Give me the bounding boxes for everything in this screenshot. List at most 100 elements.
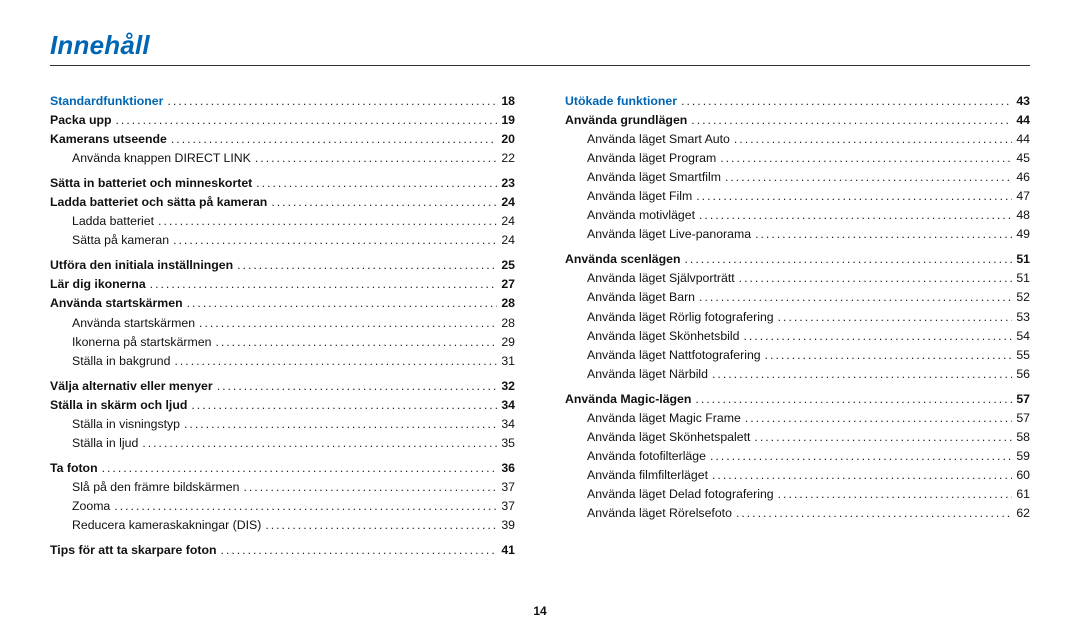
toc-entry[interactable]: Använda läget Program 45	[565, 149, 1030, 168]
toc-label: Ställa in visningstyp	[72, 415, 180, 434]
toc-entry[interactable]: Reducera kameraskakningar (DIS) 39	[50, 516, 515, 535]
toc-entry[interactable]: Använda fotofilterläge 59	[565, 447, 1030, 466]
toc-page: 58	[1016, 428, 1030, 447]
toc-entry[interactable]: Sätta på kameran 24	[50, 231, 515, 250]
toc-page: 22	[501, 149, 515, 168]
toc-entry[interactable]: Ladda batteriet 24	[50, 212, 515, 231]
toc-label: Använda knappen DIRECT LINK	[72, 149, 251, 168]
toc-leader	[699, 288, 1012, 307]
toc-page: 49	[1016, 225, 1030, 244]
toc-page: 32	[501, 377, 515, 396]
toc-label: Använda läget Barn	[587, 288, 695, 307]
toc-entry[interactable]: Ta foton 36	[50, 459, 515, 478]
toc-leader	[243, 478, 497, 497]
toc-leader	[173, 231, 497, 250]
toc-entry[interactable]: Ställa in bakgrund 31	[50, 352, 515, 371]
toc-label: Slå på den främre bildskärmen	[72, 478, 239, 497]
toc-entry[interactable]: Använda startskärmen 28	[50, 294, 515, 313]
toc-leader	[699, 206, 1012, 225]
toc-page: 37	[501, 497, 515, 516]
toc-entry[interactable]: Använda läget Rörelsefoto 62	[565, 504, 1030, 523]
toc-label: Använda läget Skönhetspalett	[587, 428, 750, 447]
toc-leader	[712, 365, 1012, 384]
toc-entry[interactable]: Utökade funktioner 43	[565, 92, 1030, 111]
toc-entry[interactable]: Använda läget Skönhetspalett 58	[565, 428, 1030, 447]
toc-entry[interactable]: Ställa in skärm och ljud 34	[50, 396, 515, 415]
toc-leader	[102, 459, 498, 478]
toc-entry[interactable]: Använda läget Delad fotografering 61	[565, 485, 1030, 504]
toc-column-right: Utökade funktioner 43Använda grundlägen …	[565, 92, 1030, 560]
toc-entry[interactable]: Ställa in visningstyp 34	[50, 415, 515, 434]
toc-leader	[255, 149, 497, 168]
toc-entry[interactable]: Använda läget Nattfotografering 55	[565, 346, 1030, 365]
toc-entry[interactable]: Använda Magic-lägen 57	[565, 390, 1030, 409]
toc-page: 39	[501, 516, 515, 535]
toc-page: 41	[501, 541, 515, 560]
toc-entry[interactable]: Använda läget Självporträtt 51	[565, 269, 1030, 288]
toc-leader	[158, 212, 497, 231]
toc-leader	[743, 327, 1012, 346]
toc-entry[interactable]: Använda grundlägen 44	[565, 111, 1030, 130]
toc-entry[interactable]: Använda läget Smartfilm 46	[565, 168, 1030, 187]
toc-entry[interactable]: Zooma 37	[50, 497, 515, 516]
toc-label: Kamerans utseende	[50, 130, 167, 149]
toc-page: 44	[1016, 130, 1030, 149]
toc-entry[interactable]: Använda scenlägen 51	[565, 250, 1030, 269]
toc-label: Ställa in skärm och ljud	[50, 396, 187, 415]
toc-label: Använda läget Live-panorama	[587, 225, 751, 244]
toc-page: 57	[1016, 409, 1030, 428]
toc-entry[interactable]: Ladda batteriet och sätta på kameran 24	[50, 193, 515, 212]
toc-leader	[736, 504, 1012, 523]
toc-label: Använda Magic-lägen	[565, 390, 691, 409]
toc-leader	[199, 314, 497, 333]
toc-page: 36	[501, 459, 515, 478]
toc-entry[interactable]: Kamerans utseende 20	[50, 130, 515, 149]
toc-page: 34	[501, 415, 515, 434]
toc-label: Använda läget Närbild	[587, 365, 708, 384]
toc-label: Använda läget Självporträtt	[587, 269, 735, 288]
toc-label: Ställa in bakgrund	[72, 352, 170, 371]
toc-label: Använda scenlägen	[565, 250, 681, 269]
toc-entry[interactable]: Använda läget Live-panorama 49	[565, 225, 1030, 244]
toc-entry[interactable]: Använda läget Skönhetsbild 54	[565, 327, 1030, 346]
toc-entry[interactable]: Använda läget Rörlig fotografering 53	[565, 308, 1030, 327]
toc-entry[interactable]: Använda läget Magic Frame 57	[565, 409, 1030, 428]
toc-entry[interactable]: Använda knappen DIRECT LINK 22	[50, 149, 515, 168]
toc-entry[interactable]: Använda startskärmen 28	[50, 314, 515, 333]
toc-entry[interactable]: Använda läget Smart Auto 44	[565, 130, 1030, 149]
page-title: Innehåll	[50, 30, 1030, 61]
toc-entry[interactable]: Sätta in batteriet och minneskortet 23	[50, 174, 515, 193]
toc-entry[interactable]: Använda läget Närbild 56	[565, 365, 1030, 384]
toc-label: Reducera kameraskakningar (DIS)	[72, 516, 261, 535]
toc-columns: Standardfunktioner 18Packa upp 19Kameran…	[50, 92, 1030, 560]
toc-leader	[150, 275, 498, 294]
toc-page: 52	[1016, 288, 1030, 307]
toc-entry[interactable]: Välja alternativ eller menyer 32	[50, 377, 515, 396]
toc-page: 34	[501, 396, 515, 415]
toc-leader	[695, 390, 1012, 409]
toc-entry[interactable]: Ställa in ljud 35	[50, 434, 515, 453]
toc-entry[interactable]: Utföra den initiala inställningen 25	[50, 256, 515, 275]
toc-label: Använda motivläget	[587, 206, 695, 225]
toc-entry[interactable]: Packa upp 19	[50, 111, 515, 130]
toc-entry[interactable]: Använda filmfilterläget 60	[565, 466, 1030, 485]
toc-label: Använda läget Smartfilm	[587, 168, 721, 187]
toc-page: 46	[1016, 168, 1030, 187]
toc-page: 24	[501, 193, 515, 212]
toc-entry[interactable]: Tips för att ta skarpare foton 41	[50, 541, 515, 560]
toc-entry[interactable]: Använda läget Barn 52	[565, 288, 1030, 307]
toc-entry[interactable]: Använda läget Film 47	[565, 187, 1030, 206]
toc-page: 45	[1016, 149, 1030, 168]
toc-label: Lär dig ikonerna	[50, 275, 146, 294]
toc-entry[interactable]: Använda motivläget 48	[565, 206, 1030, 225]
toc-entry[interactable]: Slå på den främre bildskärmen 37	[50, 478, 515, 497]
toc-entry[interactable]: Standardfunktioner 18	[50, 92, 515, 111]
toc-label: Tips för att ta skarpare foton	[50, 541, 217, 560]
toc-page: 51	[1016, 269, 1030, 288]
toc-leader	[734, 130, 1012, 149]
toc-leader	[265, 516, 497, 535]
toc-page: 23	[501, 174, 515, 193]
toc-entry[interactable]: Ikonerna på startskärmen 29	[50, 333, 515, 352]
toc-entry[interactable]: Lär dig ikonerna 27	[50, 275, 515, 294]
toc-label: Ta foton	[50, 459, 98, 478]
